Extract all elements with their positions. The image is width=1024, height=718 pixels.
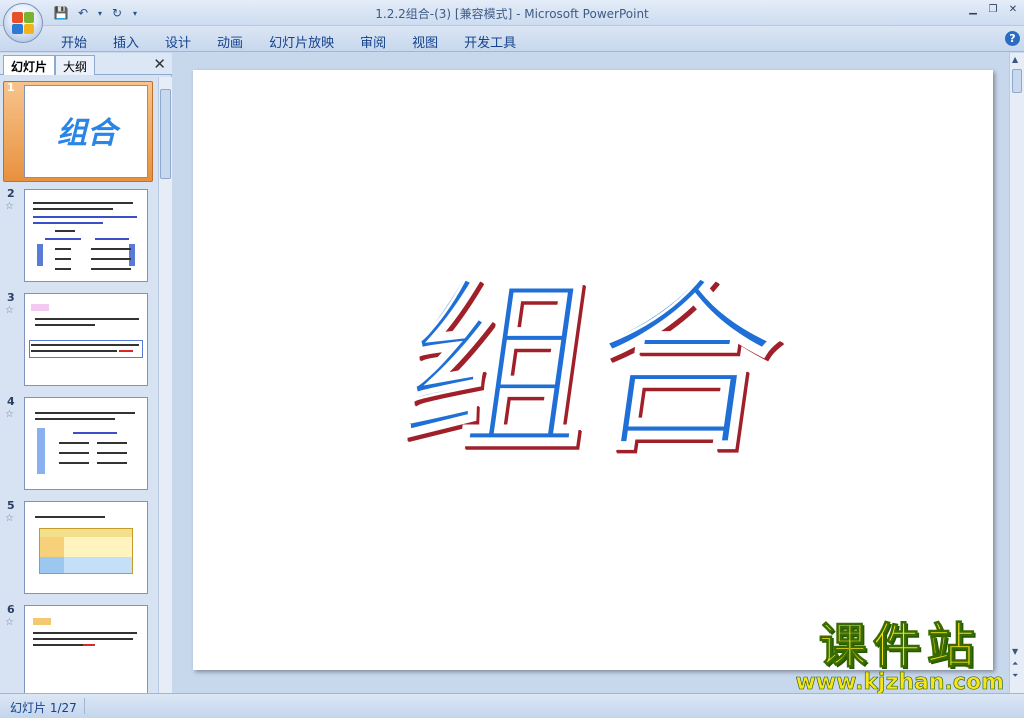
minimize-icon[interactable]: ▁ [966, 3, 980, 17]
tab-slides[interactable]: 幻灯片 [3, 55, 56, 75]
title-bar: 💾 ↶ ▾ ↻ ▾ 1.2.2组合-(3) [兼容模式] - Microsoft… [0, 0, 1024, 26]
slide-preview [24, 605, 148, 693]
office-logo-icon [12, 12, 34, 34]
previous-slide-icon[interactable]: ⏶ [1012, 659, 1018, 669]
slide-preview [24, 397, 148, 490]
slide-preview [24, 189, 148, 282]
slide-preview [24, 501, 148, 594]
watermark-url: www.kjzhan.com [795, 670, 1004, 695]
status-bar: 幻灯片 1/27 [0, 693, 1024, 718]
animation-star-icon: ☆ [5, 201, 14, 212]
restore-icon[interactable]: ❐ [986, 3, 1000, 17]
tab-review[interactable]: 审阅 [347, 30, 399, 53]
scrollbar-thumb[interactable] [1012, 69, 1022, 93]
slide-number: 4 [7, 395, 15, 408]
window-controls: ▁ ❐ ✕ [966, 3, 1020, 17]
tab-outline[interactable]: 大纲 [55, 55, 96, 75]
tab-animations[interactable]: 动画 [204, 30, 256, 53]
slide-preview: 组合 [24, 85, 148, 178]
site-watermark: 课件站 www.kjzhan.com [795, 620, 1004, 694]
help-icon[interactable]: ? [1005, 31, 1020, 46]
window-title: 1.2.2组合-(3) [兼容模式] - Microsoft PowerPoin… [375, 7, 649, 21]
tab-design[interactable]: 设计 [152, 30, 204, 53]
thumb-title: 组合 [57, 116, 117, 151]
thumbnails-scrollbar[interactable] [158, 77, 172, 693]
slide-number: 2 [7, 187, 15, 200]
slide-number: 3 [7, 291, 15, 304]
tab-insert[interactable]: 插入 [100, 30, 152, 53]
slide-title[interactable]: 组合 [174, 215, 1012, 485]
tab-view[interactable]: 视图 [399, 30, 451, 53]
tab-home[interactable]: 开始 [48, 30, 100, 53]
next-slide-icon[interactable]: ⏷ [1012, 671, 1018, 681]
animation-star-icon: ☆ [5, 513, 14, 524]
scroll-up-icon[interactable]: ▲ [1012, 55, 1018, 64]
slide-preview [24, 293, 148, 386]
close-pane-icon[interactable]: ✕ [153, 55, 166, 73]
slide-canvas[interactable]: 组合 [193, 70, 993, 670]
status-divider [84, 698, 85, 714]
animation-star-icon: ☆ [5, 409, 14, 420]
slides-pane: 幻灯片 大纲 ✕ 1 组合 2 ☆ 3 ☆ 4 ☆ 5 ☆ 6 ☆ [0, 53, 172, 693]
animation-star-icon: ☆ [5, 305, 14, 316]
tab-slideshow[interactable]: 幻灯片放映 [256, 30, 347, 53]
slide-number: 5 [7, 499, 15, 512]
slide-thumbnails: 1 组合 2 ☆ 3 ☆ 4 ☆ 5 ☆ 6 ☆ [0, 77, 158, 693]
ribbon-tabs: 开始 插入 设计 动画 幻灯片放映 审阅 视图 开发工具 [48, 30, 529, 53]
slide-editing-area: 组合 [173, 53, 1009, 693]
watermark-name: 课件站 [818, 618, 981, 674]
ribbon: 开始 插入 设计 动画 幻灯片放映 审阅 视图 开发工具 ? [0, 26, 1024, 52]
main-scrollbar[interactable]: ▲ ▼ ⏶ ⏷ [1009, 53, 1024, 693]
scroll-down-icon[interactable]: ▼ [1012, 647, 1018, 656]
office-button[interactable] [3, 3, 43, 43]
close-icon[interactable]: ✕ [1006, 3, 1020, 17]
slide-counter: 幻灯片 1/27 [10, 701, 77, 715]
pane-tabs: 幻灯片 大纲 ✕ [0, 53, 172, 75]
scrollbar-thumb[interactable] [160, 89, 171, 179]
tab-developer[interactable]: 开发工具 [451, 30, 529, 53]
slide-number: 1 [7, 81, 15, 94]
animation-star-icon: ☆ [5, 617, 14, 628]
slide-number: 6 [7, 603, 15, 616]
